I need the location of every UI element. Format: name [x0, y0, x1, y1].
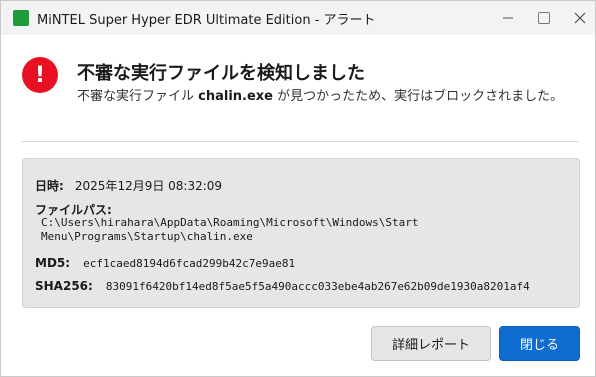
sha256-value: 83091f6420bf14ed8f5ae5f5a490accc033ebe4a… — [105, 280, 530, 293]
message-filename: chalin.exe — [198, 89, 273, 104]
message-suffix: が見つかったため、実行はブロックされました。 — [273, 89, 564, 104]
md5-label: MD5: — [35, 256, 71, 270]
error-icon: ! — [22, 57, 58, 93]
detail-report-button[interactable]: 詳細レポート — [371, 326, 491, 361]
path-value: C:\Users\hirahara\AppData\Roaming\Micros… — [41, 216, 426, 243]
sha256-label: SHA256: — [35, 279, 93, 293]
minimize-button[interactable] — [491, 1, 525, 35]
alert-message: 不審な実行ファイル chalin.exe が見つかったため、実行はブロックされま… — [77, 87, 567, 107]
details-panel: 日時: 2025年12月9日 08:32:09 ファイルパス: C:\Users… — [22, 158, 580, 308]
close-button[interactable]: 閉じる — [499, 326, 580, 361]
time-label: 日時: — [35, 179, 64, 193]
maximize-icon — [538, 12, 550, 24]
close-icon — [574, 12, 586, 24]
time-row: 日時: 2025年12月9日 08:32:09 — [35, 175, 222, 194]
minimize-icon — [503, 17, 513, 19]
message-prefix: 不審な実行ファイル — [77, 89, 199, 104]
divider — [21, 141, 579, 142]
title-bar[interactable]: MiNTEL Super Hyper EDR Ultimate Edition … — [1, 1, 595, 35]
path-label: ファイルパス: — [35, 203, 112, 217]
window-title: MiNTEL Super Hyper EDR Ultimate Edition … — [37, 13, 376, 28]
close-window-button[interactable] — [563, 1, 596, 35]
alert-heading: 不審な実行ファイルを検知しました — [77, 63, 365, 84]
time-value: 2025年12月9日 08:32:09 — [74, 179, 223, 193]
md5-value: ecf1caed8194d6fcad299b42c7e9ae81 — [83, 257, 296, 270]
maximize-button[interactable] — [527, 1, 561, 35]
alert-window: MiNTEL Super Hyper EDR Ultimate Edition … — [0, 0, 596, 377]
app-icon — [13, 10, 29, 26]
md5-row: MD5: ecf1caed8194d6fcad299b42c7e9ae81 — [35, 252, 295, 271]
sha256-row: SHA256: 83091f6420bf14ed8f5ae5f5a490accc… — [35, 275, 530, 294]
